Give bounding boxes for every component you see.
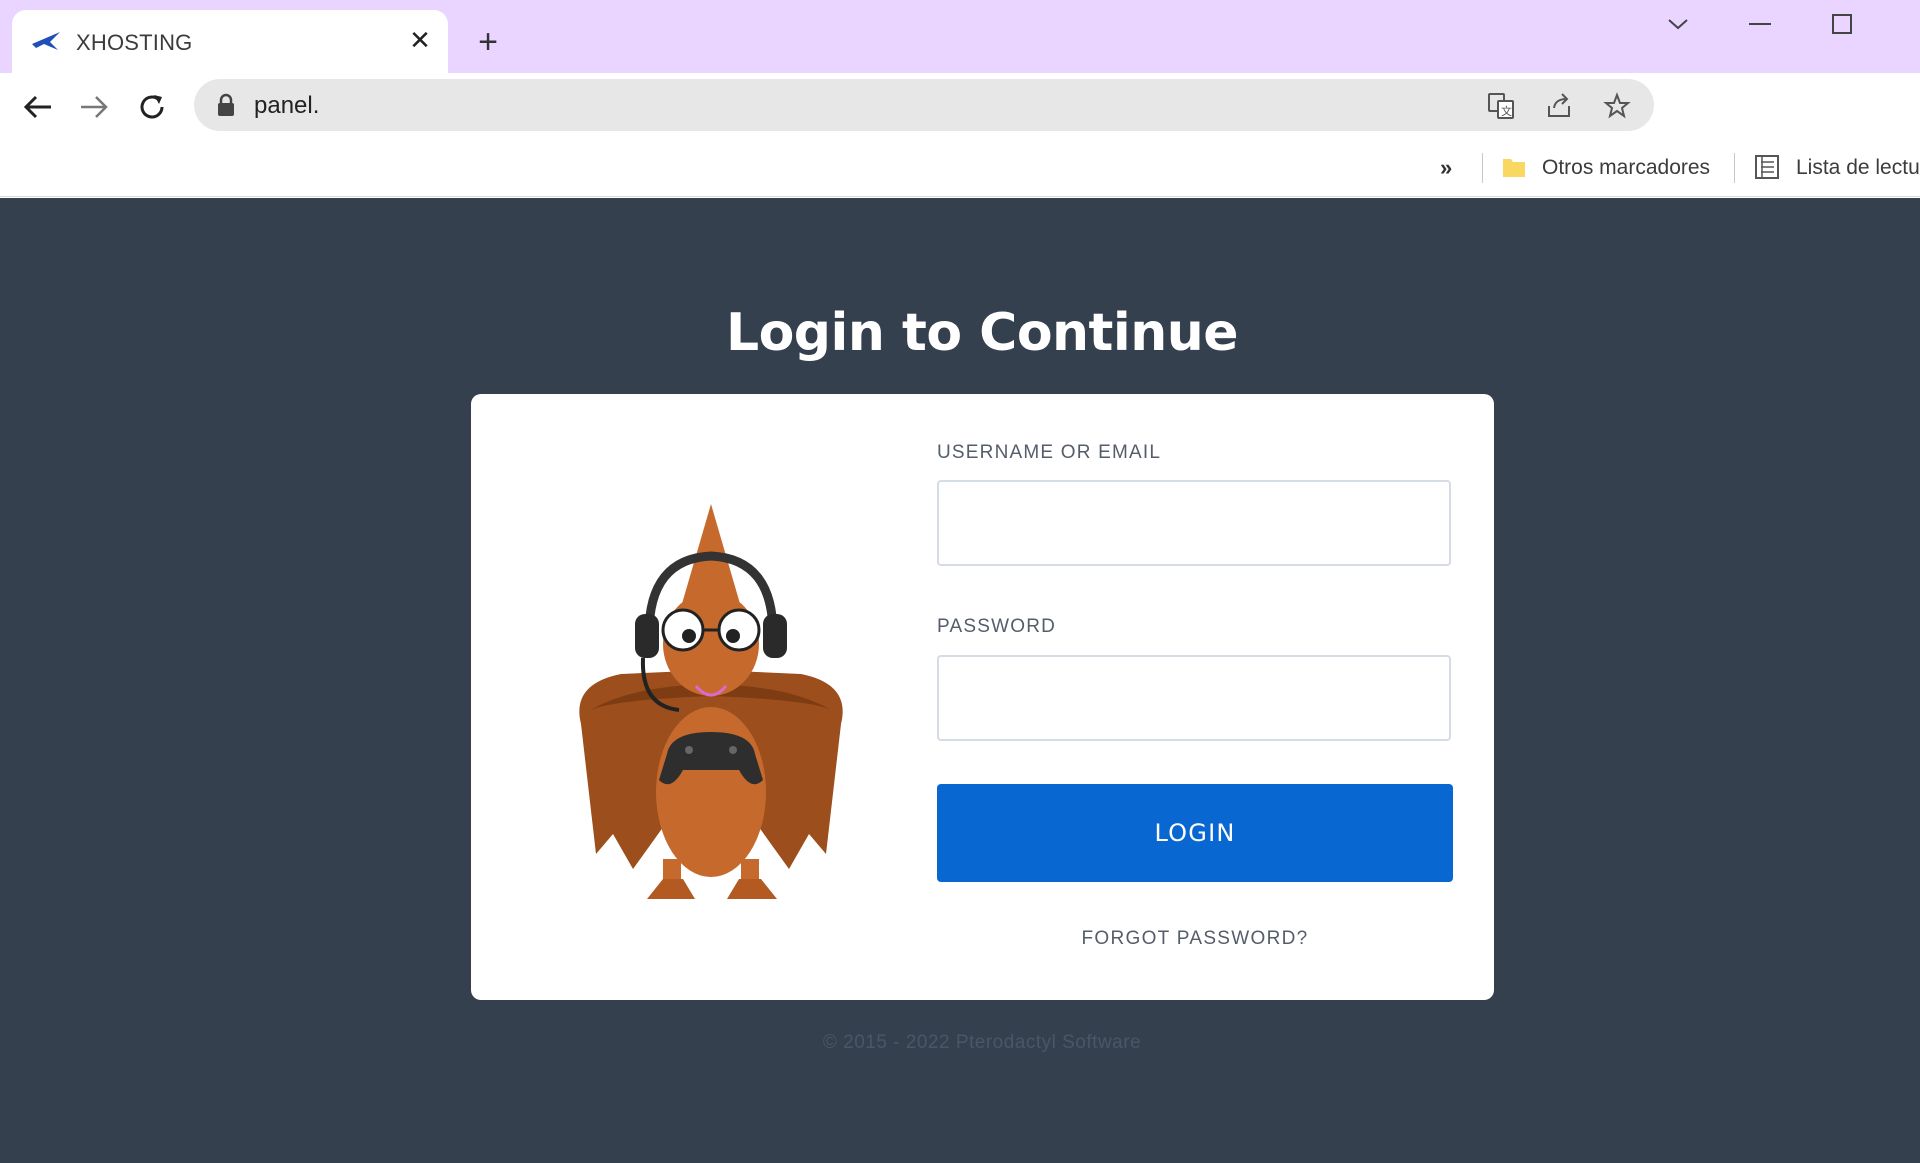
page-title: Login to Continue <box>725 303 1239 363</box>
maximize-icon[interactable] <box>1812 0 1872 48</box>
bookmarks-divider <box>1482 153 1483 183</box>
pterodactyl-mascot-icon <box>579 504 843 899</box>
share-icon[interactable] <box>1542 89 1576 123</box>
tab-search-chevron-icon[interactable] <box>1648 0 1708 48</box>
forgot-password-link[interactable]: FORGOT PASSWORD? <box>937 928 1453 950</box>
username-label: USERNAME OR EMAIL <box>937 442 1162 463</box>
browser-tab[interactable]: XHOSTING ✕ <box>12 10 448 73</box>
browser-titlebar: XHOSTING ✕ + <box>0 0 1920 73</box>
tab-title: XHOSTING <box>76 30 193 55</box>
bookmarks-bar: » Otros marcadores Lista de lectu <box>0 141 1920 197</box>
password-label: PASSWORD <box>937 616 1057 637</box>
bookmark-reading-list[interactable]: Lista de lectu <box>1796 156 1920 180</box>
star-icon[interactable] <box>1600 89 1634 123</box>
login-card: USERNAME OR EMAIL PASSWORD LOGIN FORGOT … <box>471 394 1494 1000</box>
reading-list-icon[interactable] <box>1754 154 1780 180</box>
reload-icon[interactable] <box>132 87 172 127</box>
arrow-left-icon[interactable] <box>18 87 58 127</box>
username-input[interactable] <box>937 480 1451 566</box>
folder-icon[interactable] <box>1502 156 1526 178</box>
bookmarks-divider <box>1734 153 1735 183</box>
browser-toolbar: panel. 文 <box>0 73 1920 141</box>
translate-icon[interactable]: 文 <box>1484 89 1518 123</box>
svg-text:文: 文 <box>1501 104 1512 118</box>
new-tab-button[interactable]: + <box>468 22 508 62</box>
arrow-right-icon[interactable] <box>74 87 114 127</box>
footer-copyright: © 2015 - 2022 Pterodactyl Software <box>822 1032 1142 1053</box>
tab-close-icon[interactable]: ✕ <box>404 24 436 56</box>
address-bar[interactable]: panel. 文 <box>194 79 1654 131</box>
lock-icon[interactable] <box>216 93 236 117</box>
login-page: Login to Continue USERNAME OR EMAIL PASS… <box>0 198 1920 1163</box>
login-button[interactable]: LOGIN <box>937 784 1453 882</box>
bookmark-other[interactable]: Otros marcadores <box>1542 156 1710 180</box>
password-input[interactable] <box>937 655 1451 741</box>
url-text[interactable]: panel. <box>254 92 319 120</box>
minimize-icon[interactable] <box>1730 0 1790 48</box>
bird-logo-icon <box>32 32 60 50</box>
more-bookmarks-icon[interactable]: » <box>1440 155 1452 181</box>
